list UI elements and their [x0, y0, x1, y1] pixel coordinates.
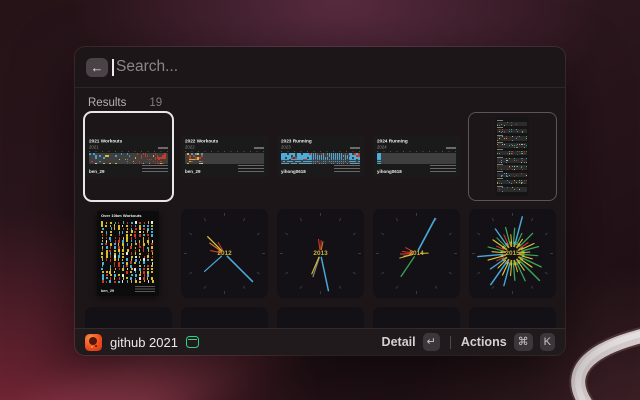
thumb-username: ben_29 [185, 170, 201, 175]
results-label: Results [88, 97, 126, 109]
thumb-year: 2021 [89, 145, 99, 149]
grid-item-2013-radial[interactable]: 2013 [277, 209, 364, 298]
thumb-stats-block [334, 165, 360, 173]
grid-item-2023-running[interactable]: 2023 Running 2023 yihong0618 [277, 113, 364, 200]
poster-username: ben_29 [101, 289, 114, 293]
thumb-title: 2023 Running [281, 139, 312, 144]
grid-item-2024-running[interactable]: 2024 Running 2024 yihong0618 [373, 113, 460, 200]
grid-item-2022-workouts[interactable]: 2022 Workouts 2022 ben_29 [181, 113, 268, 200]
thumb-username: ben_29 [89, 170, 105, 175]
thumb-stats-block [142, 165, 168, 173]
detail-label: Detail [382, 335, 416, 349]
app-icon [85, 334, 102, 351]
thumbnail-2023-running: 2023 Running 2023 yihong0618 [277, 136, 364, 177]
poster-body [101, 221, 155, 283]
enter-key-badge: ↵ [423, 333, 440, 351]
footer-divider [450, 336, 451, 349]
thumb-username: yihong0618 [281, 170, 306, 175]
actions-button[interactable]: Actions ⌘ K [461, 333, 555, 351]
thumb-heatmap [377, 153, 456, 164]
thumb-year: 2024 [377, 145, 387, 149]
grid-item-over-10km-poster[interactable]: Over 10km Workouts ben_29 [85, 209, 172, 298]
grid-item-partial-3[interactable] [277, 307, 364, 328]
thumb-username: yihong0618 [377, 170, 402, 175]
thumb-total-stat [350, 147, 360, 149]
thumb-month-axis [377, 151, 456, 152]
search-input[interactable]: Search... [116, 58, 178, 76]
svg-text:2015: 2015 [505, 250, 520, 257]
thumbnail-2022-workouts: 2022 Workouts 2022 ben_29 [181, 136, 268, 177]
svg-text:2013: 2013 [313, 250, 328, 257]
grid-item-partial-2[interactable] [181, 307, 268, 328]
thumb-heatmap [185, 153, 264, 164]
poster-stats-block [135, 286, 155, 292]
svg-text:2012: 2012 [217, 250, 232, 257]
launcher-window: ← Search... Results 19 2021 Workouts 2021… [75, 47, 565, 355]
thumb-month-axis [185, 151, 264, 152]
grid-item-2014-radial[interactable]: 2014 [373, 209, 460, 298]
text-caret [112, 59, 114, 76]
app-label: github 2021 [110, 335, 178, 350]
thumbnail-over-10km-poster: Over 10km Workouts ben_29 [97, 211, 159, 296]
grid-item-partial-5[interactable] [469, 307, 556, 328]
back-arrow-icon: ← [91, 60, 104, 75]
grid-item-2021-workouts[interactable]: 2021 Workouts 2021 ben_29 [85, 113, 172, 200]
grid-item-years-overview[interactable] [469, 113, 556, 200]
grid-item-partial-1[interactable] [85, 307, 172, 328]
thumbnail-2014-radial: 2014 [373, 209, 460, 298]
results-count: 19 [149, 97, 162, 109]
thumb-title: 2024 Running [377, 139, 408, 144]
thumb-year: 2023 [281, 145, 291, 149]
thumb-month-axis [281, 151, 360, 152]
thumb-heatmap [89, 153, 168, 164]
thumb-heatmap [281, 153, 360, 164]
thumbnail-2024-running: 2024 Running 2024 yihong0618 [373, 136, 460, 177]
thumbnail-2015-radial: 2015 [469, 209, 556, 298]
actions-label: Actions [461, 335, 507, 349]
poster-title: Over 10km Workouts [101, 214, 141, 218]
thumb-title: 2022 Workouts [185, 139, 218, 144]
thumbnail-2012-radial: 2012 [181, 209, 268, 298]
cmd-key-badge: ⌘ [514, 333, 533, 351]
thumb-stats-block [238, 165, 264, 173]
back-button[interactable]: ← [86, 58, 108, 77]
detail-button[interactable]: Detail ↵ [382, 333, 440, 351]
thumb-total-stat [254, 147, 264, 149]
thumb-title: 2021 Workouts [89, 139, 122, 144]
thumb-year: 2022 [185, 145, 195, 149]
thumbnail-2013-radial: 2013 [277, 209, 364, 298]
grid-item-2015-radial[interactable]: 2015 [469, 209, 556, 298]
grid-item-2012-radial[interactable]: 2012 [181, 209, 268, 298]
thumbnail-years-overview [495, 117, 529, 196]
window-icon [186, 336, 199, 348]
thumb-total-stat [158, 147, 168, 149]
footer-bar: github 2021 Detail ↵ Actions ⌘ K [75, 328, 565, 355]
screen: ← Search... Results 19 2021 Workouts 2021… [0, 0, 640, 400]
thumb-month-axis [89, 151, 168, 152]
results-header: Results 19 [88, 97, 162, 109]
grid-item-partial-4[interactable] [373, 307, 460, 328]
search-bar: ← Search... [75, 47, 565, 88]
svg-text:2014: 2014 [409, 250, 424, 257]
thumb-stats-block [430, 165, 456, 173]
thumb-total-stat [446, 147, 456, 149]
k-key-badge: K [540, 333, 555, 351]
thumbnail-2021-workouts: 2021 Workouts 2021 ben_29 [85, 136, 172, 177]
